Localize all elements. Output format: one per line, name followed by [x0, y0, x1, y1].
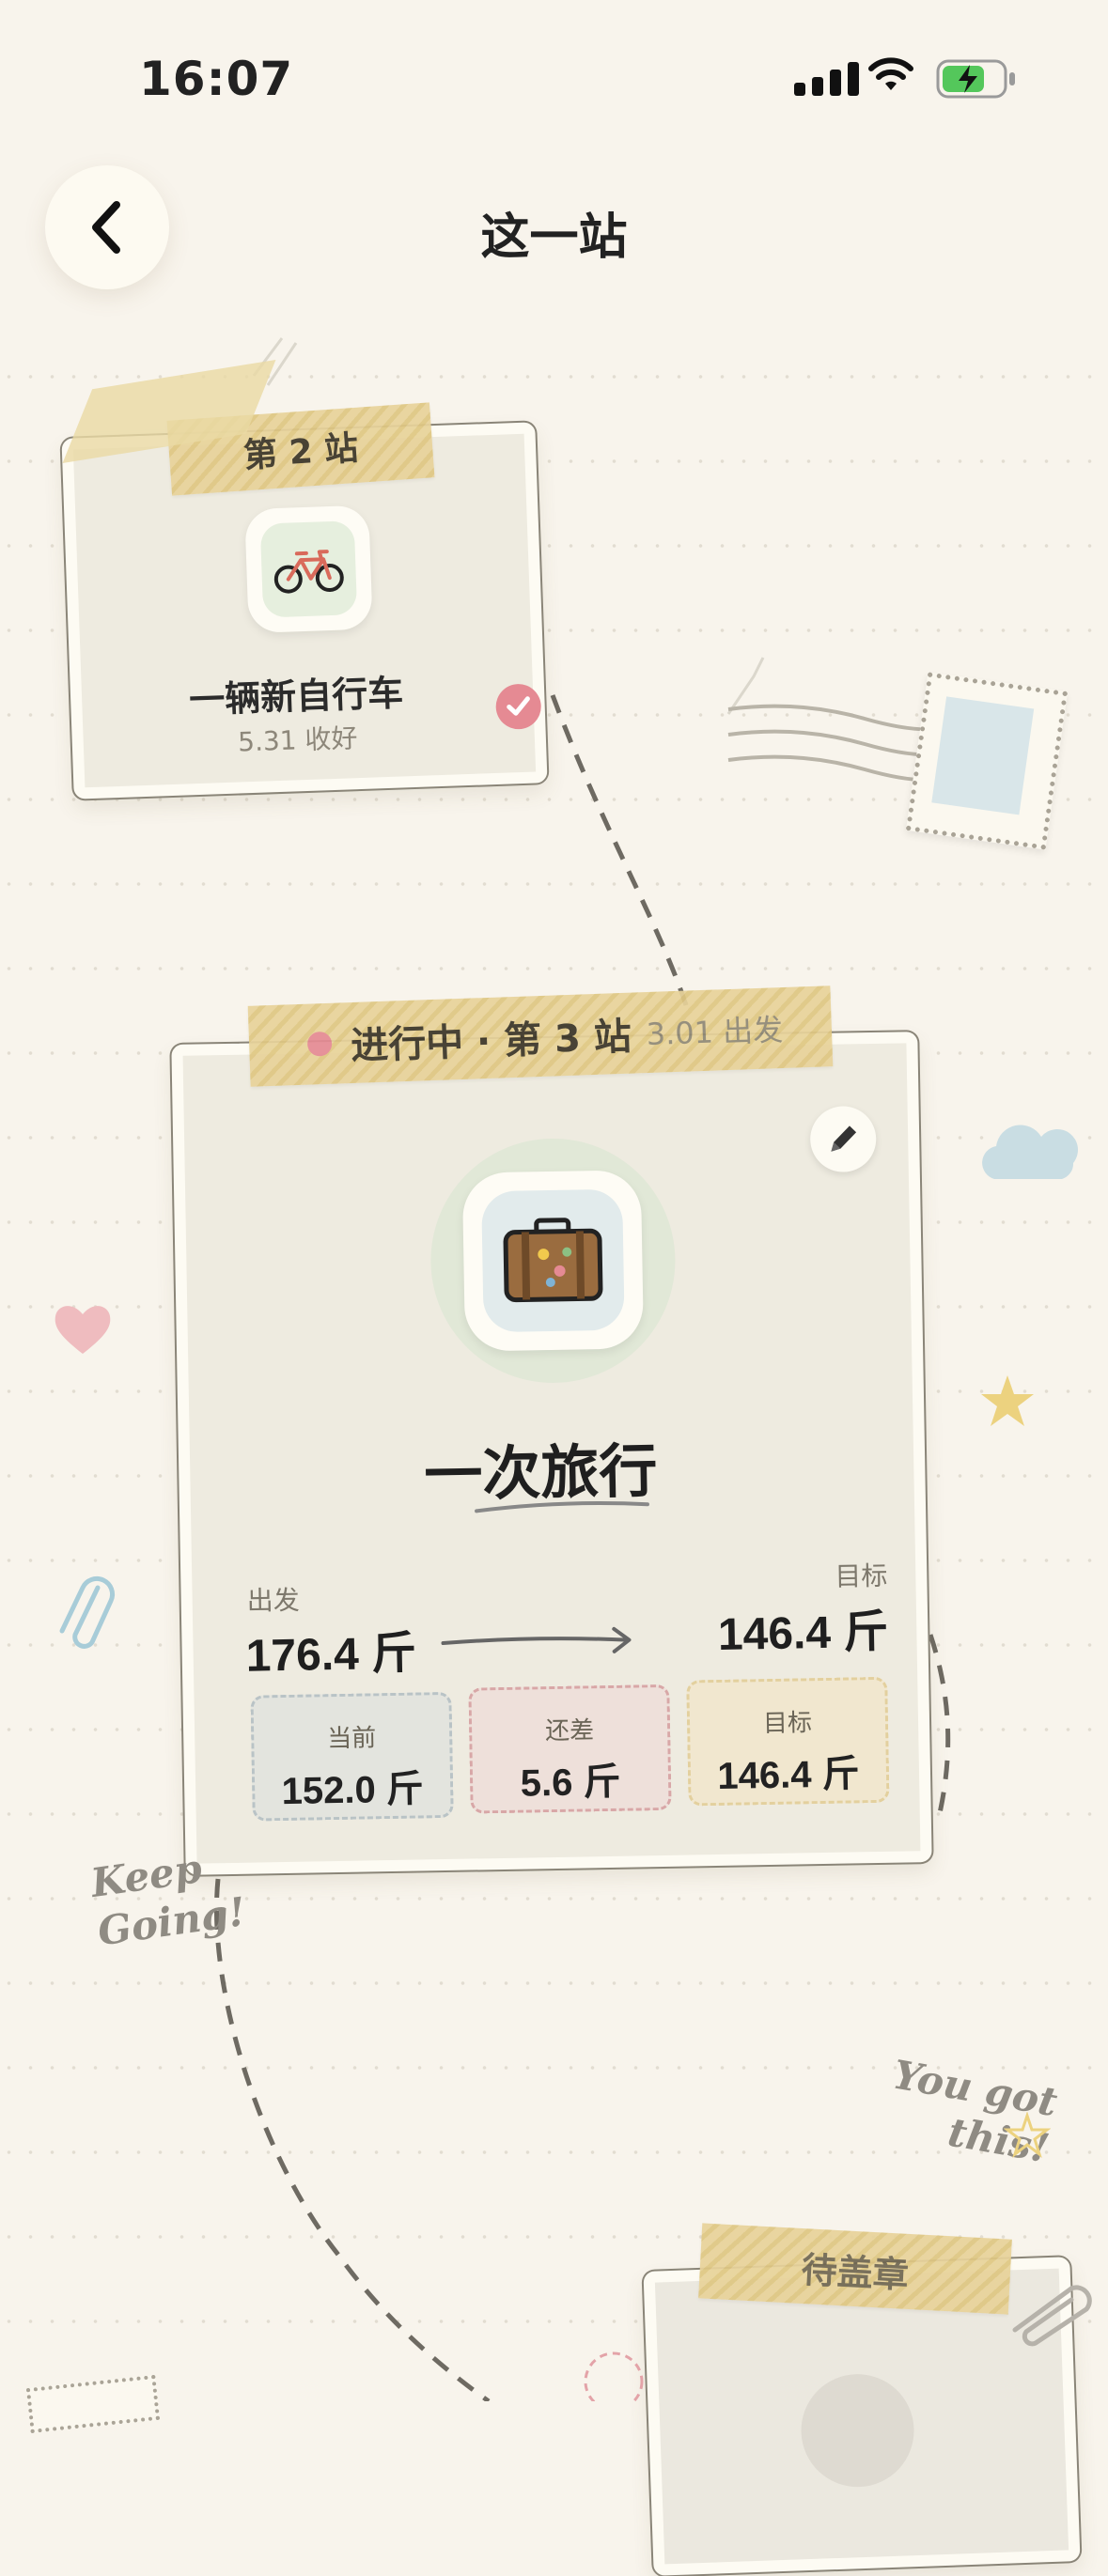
target-value: 146.4 斤	[717, 1606, 889, 1660]
stat-pill-label: 当前	[326, 1724, 377, 1754]
bicycle-icon	[273, 550, 344, 594]
current-station-card[interactable]: 一次旅行 出发 176.4 斤 目标 146.4 斤 当前 152.0 斤还差 5.…	[171, 1032, 932, 1875]
paperclip-icon	[59, 1575, 116, 1649]
bicycle-thumbnail	[244, 504, 373, 634]
paperclip-icon-2	[1012, 2285, 1092, 2347]
stat-pill-value: 146.4 斤	[717, 1753, 861, 1797]
stat-pill-label: 目标	[762, 1709, 813, 1739]
stat-pill: 目标 146.4 斤	[686, 1676, 890, 1807]
suitcase-icon	[503, 1218, 603, 1303]
stat-pill: 还差 5.6 斤	[468, 1684, 672, 1814]
cloud-icon	[982, 1125, 1079, 1179]
current-station-tape-status: 进行中 · 第 3 站	[350, 1015, 632, 1069]
current-station-tape-date: 3.01 出发	[646, 1012, 784, 1053]
dashed-circle-icon	[584, 2351, 644, 2401]
stamp-icon	[905, 672, 1069, 850]
stat-pill: 当前 152.0 斤	[250, 1691, 454, 1822]
start-value: 176.4 斤	[245, 1628, 417, 1682]
status-dot	[306, 1031, 333, 1057]
prev-station-tape-label: 第 2 站	[242, 428, 360, 476]
stat-pill-value: 5.6 斤	[520, 1761, 621, 1805]
small-star-icon	[1004, 2112, 1051, 2159]
completed-check-icon	[494, 683, 542, 730]
keep-going-sticker: Keep Going!	[87, 1845, 249, 1955]
locked-thumbnail-icon	[799, 2372, 916, 2490]
star-icon	[981, 1375, 1034, 1426]
title-underline	[475, 1501, 649, 1513]
heart-icon	[55, 1306, 111, 1354]
stat-pill-label: 还差	[544, 1716, 595, 1746]
target-label: 目标	[835, 1560, 888, 1592]
pencil-icon	[831, 1125, 857, 1152]
stat-pill-value: 152.0 斤	[281, 1768, 425, 1813]
suitcase-thumbnail	[429, 1136, 678, 1386]
next-station-tape-label: 待盖章	[800, 2248, 910, 2296]
arrow-right-icon	[441, 1626, 632, 1653]
edit-button[interactable]	[809, 1105, 877, 1173]
start-label: 出发	[246, 1584, 300, 1617]
